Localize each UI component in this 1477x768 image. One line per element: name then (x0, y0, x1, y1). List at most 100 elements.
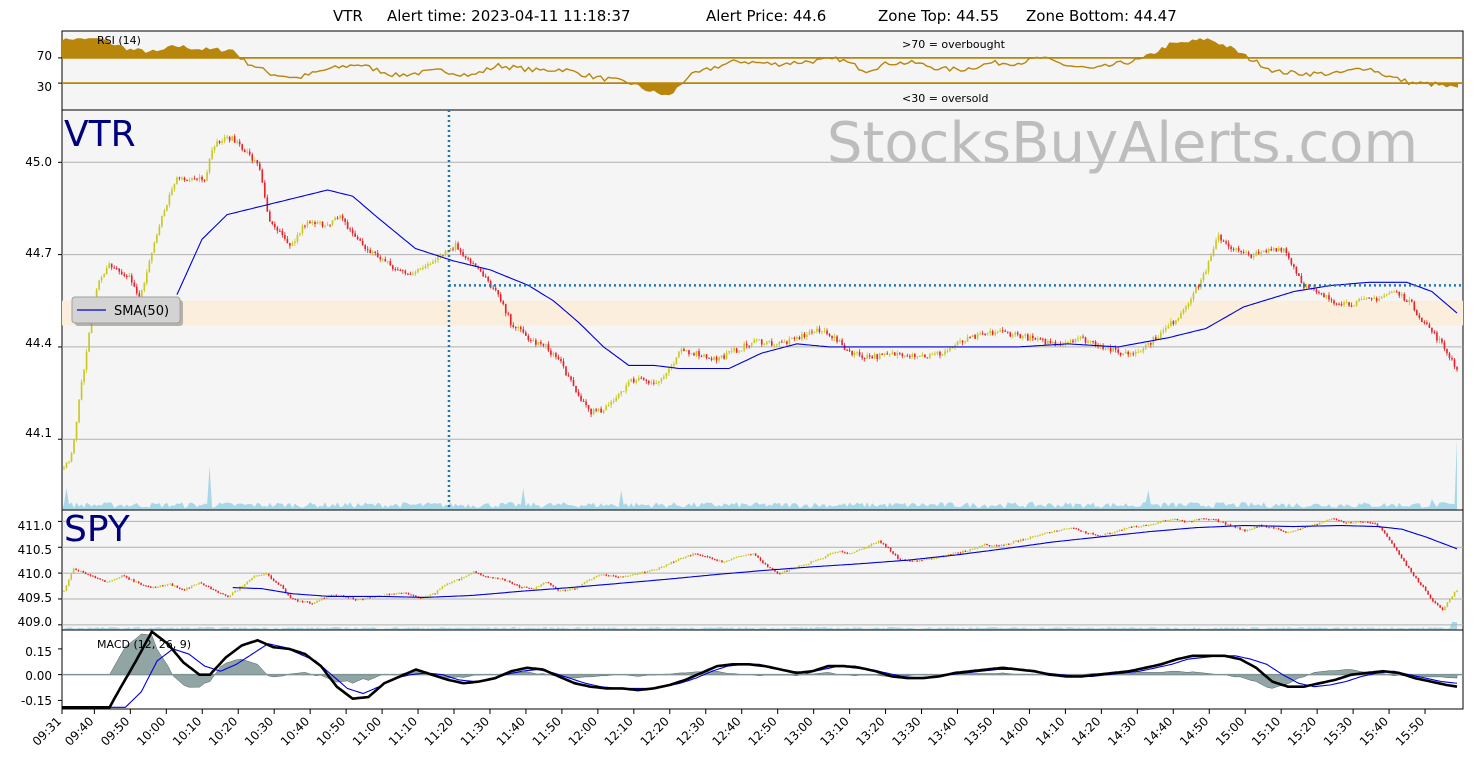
vtr-candle-body (311, 221, 314, 223)
vtr-ytick-44-7: 44.7 (25, 246, 52, 260)
spy-candle-body (89, 574, 92, 576)
spy-candle-body (1333, 518, 1335, 520)
vtr-candle-body (708, 357, 710, 359)
spy-candle-body (853, 551, 856, 553)
spy-candle (275, 580, 277, 583)
x-tick-label: 10:50 (314, 714, 348, 748)
vtr-candle-body (246, 151, 249, 153)
spy-candle-body (1412, 572, 1415, 577)
vtr-candle-body (1333, 300, 1335, 304)
spy-candle-body (619, 576, 622, 578)
spy-candle (1427, 590, 1429, 595)
spy-candle-body (460, 577, 463, 580)
spy-candle-body (260, 574, 263, 576)
vtr-candle-body (735, 348, 738, 353)
spy-candle-body (872, 543, 875, 545)
spy-candle-body (988, 545, 991, 547)
spy-candle-body (836, 551, 839, 553)
spy-candle-body (1010, 543, 1012, 545)
vtr-candle-body (1137, 351, 1140, 353)
spy-candle-body (769, 567, 771, 569)
vtr-candle-body (371, 251, 374, 254)
spy-candle-body (1058, 530, 1061, 532)
spy-candle-body (499, 578, 502, 580)
spy-candle-body (484, 576, 487, 578)
vtr-candle-body (208, 158, 211, 173)
vtr-candle-body (881, 353, 884, 355)
vtr-candle-body (901, 353, 904, 357)
vtr-candle-body (931, 353, 934, 355)
vtr-candle-body (1378, 298, 1381, 301)
spy-candle-body (1128, 526, 1131, 529)
spy-candle (1181, 519, 1184, 522)
vtr-candle-body (793, 337, 796, 339)
vtr-candle-body (575, 385, 577, 392)
x-tick-label: 15:20 (1285, 714, 1319, 748)
spy-candle-body (1116, 530, 1118, 532)
spy-candle-body (506, 580, 509, 582)
vtr-candle-body (316, 222, 319, 225)
vtr-candle-body (296, 234, 299, 242)
vtr-candle-body (811, 331, 813, 333)
spy-candle-body (1179, 520, 1181, 522)
title-alert-price: Alert Price: 44.6 (706, 7, 826, 25)
spy-candle-body (627, 575, 629, 577)
vtr-candle-body (680, 349, 683, 352)
vtr-candle-body (791, 337, 793, 339)
spy-candle-body (682, 557, 685, 559)
vtr-candle-body (1094, 341, 1097, 346)
x-tick-label: 15:40 (1357, 714, 1391, 748)
vtr-candle-body (532, 340, 535, 342)
vtr-candle-body (1400, 294, 1403, 296)
vtr-candle-body (1315, 289, 1318, 293)
vtr-candle-body (258, 163, 261, 170)
spy-candle-body (641, 571, 644, 573)
x-tick-label: 11:40 (494, 714, 528, 748)
spy-candle-body (181, 588, 183, 590)
vtr-candle-body (241, 144, 244, 150)
spy-candle-body (644, 571, 646, 573)
spy-candle (1386, 532, 1388, 537)
vtr-candle-body (851, 350, 853, 355)
vtr-candle-body (572, 379, 575, 386)
rsi-panel-frame (61, 30, 1464, 111)
vtr-candle-body (1403, 294, 1406, 301)
vtr-candle-body (723, 355, 725, 359)
spy-ytick-411-0: 411.0 (18, 519, 52, 533)
spy-candle-body (130, 579, 133, 581)
vtr-candle-body (730, 350, 733, 352)
spy-candle-body (482, 575, 485, 577)
vtr-candle-body (1119, 352, 1122, 356)
x-tick-label: 11:10 (386, 714, 420, 748)
spy-candle-body (1118, 529, 1121, 531)
spy-candle-body (439, 588, 441, 591)
vtr-candle (1421, 317, 1423, 323)
vtr-candle-body (1441, 338, 1443, 343)
vtr-candle-body (1393, 291, 1396, 293)
spy-candle-body (178, 587, 181, 589)
vtr-candle (924, 354, 926, 358)
spy-candle-body (268, 573, 270, 576)
x-tick-label: 12:10 (602, 714, 636, 748)
vtr-candle-body (700, 356, 703, 358)
vtr-candle-body (135, 286, 138, 294)
x-tick-label: 12:30 (674, 714, 708, 748)
vtr-candle-body (1107, 347, 1109, 349)
vtr-candle-body (1385, 294, 1388, 296)
spy-candle-body (918, 560, 921, 562)
vtr-candle (735, 347, 738, 354)
spy-candle-body (1318, 522, 1321, 525)
vtr-candle-body (934, 353, 936, 355)
vtr-candle-body (299, 233, 301, 235)
vtr-candle-body (1167, 325, 1170, 328)
spy-candle-body (848, 553, 851, 555)
vtr-candle-body (801, 333, 803, 340)
vtr-candle-body (1323, 293, 1325, 298)
spy-candle-body (296, 599, 299, 602)
spy-candle-body (974, 548, 976, 550)
spy-candle-body (1188, 521, 1191, 523)
vtr-candle-body (818, 328, 821, 332)
spy-candle-body (159, 585, 162, 587)
spy-candle (468, 574, 470, 576)
vtr-candle-body (1335, 303, 1338, 305)
